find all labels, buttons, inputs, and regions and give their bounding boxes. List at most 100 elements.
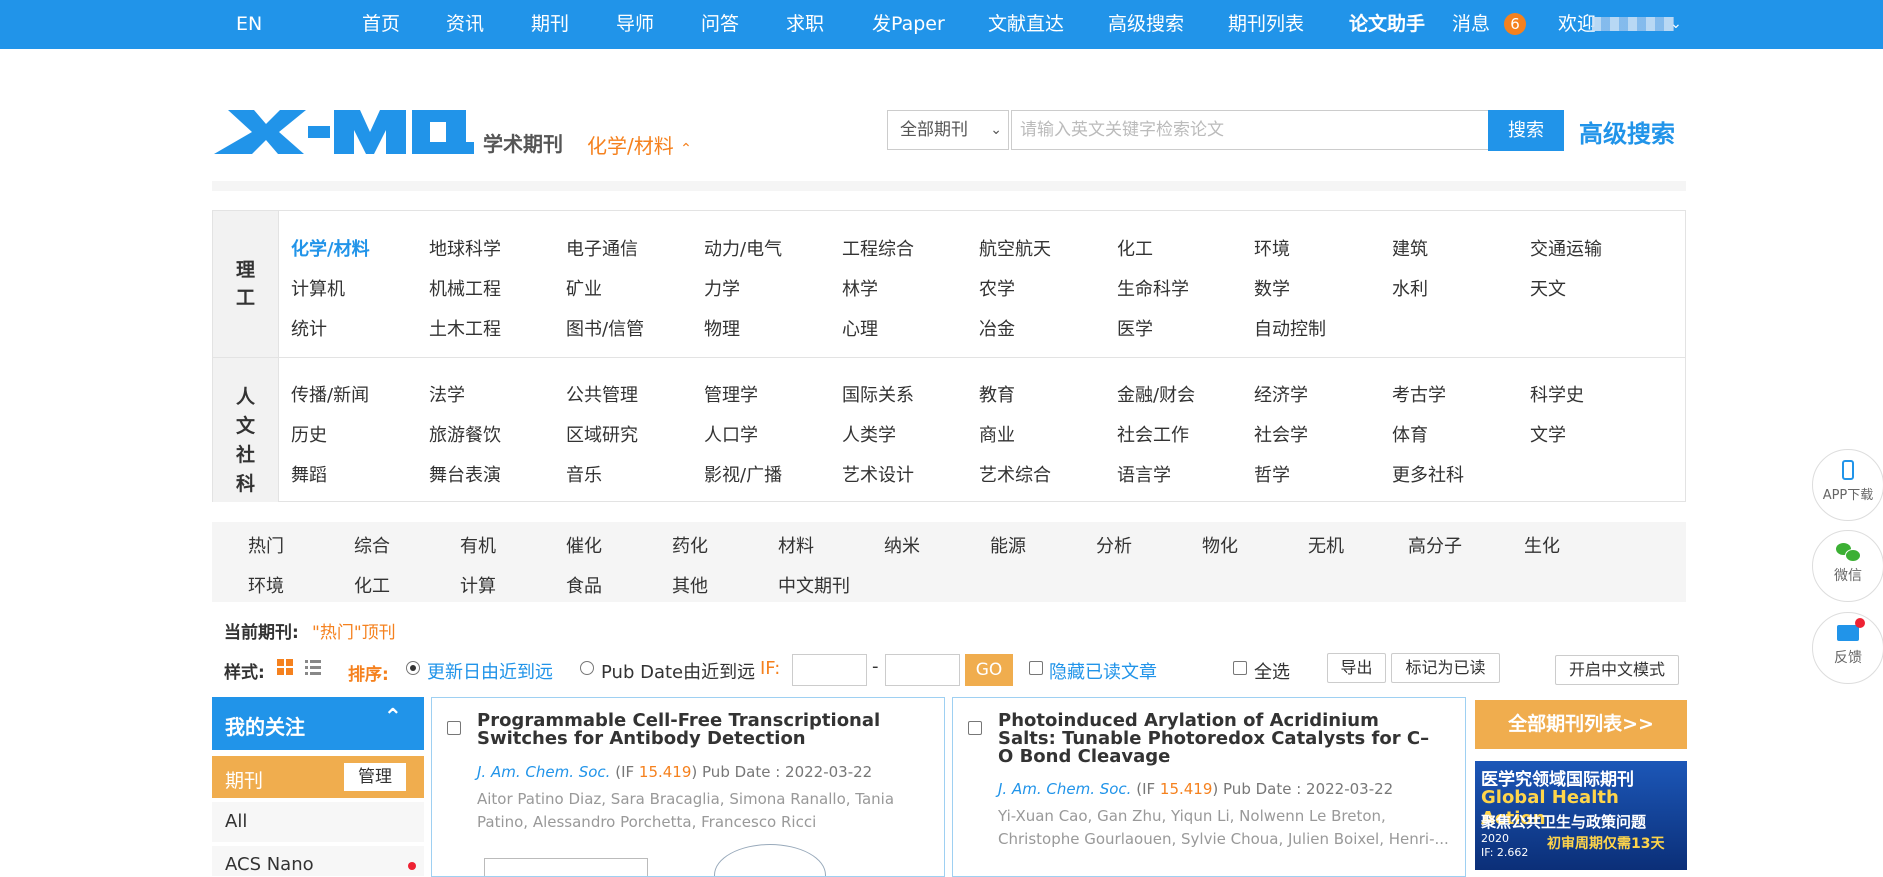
subject-item[interactable]: 法学	[429, 381, 465, 407]
article-title[interactable]: Photoinduced Arylation of Acridinium Sal…	[998, 712, 1438, 766]
nav-submit-paper[interactable]: 发Paper	[872, 0, 945, 49]
subject-item[interactable]: 艺术设计	[842, 461, 914, 487]
nav-journal-list[interactable]: 期刊列表	[1228, 0, 1304, 49]
category-tab[interactable]: 材料	[778, 532, 814, 558]
subject-item[interactable]: 语言学	[1117, 461, 1171, 487]
nav-mentors[interactable]: 导师	[616, 0, 654, 49]
category-tab[interactable]: 分析	[1096, 532, 1132, 558]
category-tab[interactable]: 综合	[354, 532, 390, 558]
category-tab[interactable]: 无机	[1308, 532, 1344, 558]
journal-scope-select[interactable]: 全部期刊 ⌄	[887, 110, 1009, 150]
sidebar-item-all[interactable]: All	[212, 802, 424, 842]
if-max-input[interactable]	[885, 654, 960, 686]
subject-item[interactable]: 舞蹈	[291, 461, 327, 487]
article-title[interactable]: Programmable Cell-Free Transcriptional S…	[477, 712, 937, 748]
search-input[interactable]: 请输入英文关键字检索论文	[1011, 110, 1489, 150]
category-tab[interactable]: 计算	[460, 572, 496, 598]
subject-item[interactable]: 物理	[704, 315, 740, 341]
nav-messages[interactable]: 消息	[1452, 0, 1490, 49]
subject-item[interactable]: 管理学	[704, 381, 758, 407]
nav-jobs[interactable]: 求职	[786, 0, 824, 49]
sidebar-item-acs-nano[interactable]: ACS Nano	[212, 846, 424, 876]
category-tab[interactable]: 能源	[990, 532, 1026, 558]
article-card[interactable]: Photoinduced Arylation of Acridinium Sal…	[952, 697, 1466, 877]
all-journals-button[interactable]: 全部期刊列表>>	[1475, 700, 1687, 749]
subject-item[interactable]: 工程综合	[842, 235, 914, 261]
category-tab[interactable]: 中文期刊	[778, 572, 850, 598]
subject-item[interactable]: 图书/信管	[566, 315, 644, 341]
subject-item[interactable]: 体育	[1392, 421, 1428, 447]
nav-welcome[interactable]: 欢迎	[1558, 0, 1596, 49]
collapse-up-icon[interactable]: ⌃	[384, 705, 402, 730]
chinese-mode-button[interactable]: 开启中文模式	[1555, 655, 1679, 685]
subject-item[interactable]: 航空航天	[979, 235, 1051, 261]
category-tab[interactable]: 催化	[566, 532, 602, 558]
sort-pubdate-label[interactable]: Pub Date由近到远	[601, 658, 755, 684]
subject-item[interactable]: 化学/材料	[291, 235, 370, 261]
subject-item[interactable]: 旅游餐饮	[429, 421, 501, 447]
subject-item[interactable]: 环境	[1254, 235, 1290, 261]
category-tab[interactable]: 化工	[354, 572, 390, 598]
nav-paper-assistant[interactable]: 论文助手	[1349, 0, 1425, 49]
subject-item[interactable]: 力学	[704, 275, 740, 301]
feedback-button[interactable]: 反馈	[1812, 612, 1883, 684]
wechat-button[interactable]: 微信	[1812, 530, 1883, 602]
sort-update-label[interactable]: 更新日由近到远	[427, 658, 553, 684]
article-card[interactable]: Programmable Cell-Free Transcriptional S…	[431, 697, 945, 877]
subject-item[interactable]: 音乐	[566, 461, 602, 487]
article-checkbox[interactable]	[968, 721, 982, 735]
select-all-label[interactable]: 全选	[1254, 658, 1290, 684]
nav-journals[interactable]: 期刊	[531, 0, 569, 49]
subject-item[interactable]: 心理	[842, 315, 878, 341]
sort-update-radio[interactable]	[406, 661, 420, 675]
subject-item[interactable]: 考古学	[1392, 381, 1446, 407]
subject-item[interactable]: 农学	[979, 275, 1015, 301]
subject-item[interactable]: 林学	[842, 275, 878, 301]
category-tab[interactable]: 热门	[248, 532, 284, 558]
category-tab[interactable]: 环境	[248, 572, 284, 598]
category-tab[interactable]: 生化	[1524, 532, 1560, 558]
subject-item[interactable]: 社会工作	[1117, 421, 1189, 447]
subject-item[interactable]: 公共管理	[566, 381, 638, 407]
subject-item[interactable]: 数学	[1254, 275, 1290, 301]
language-switch[interactable]: EN	[236, 0, 262, 49]
subject-item[interactable]: 计算机	[291, 275, 345, 301]
subject-item[interactable]: 科学史	[1530, 381, 1584, 407]
subject-item[interactable]: 建筑	[1392, 235, 1428, 261]
subject-item[interactable]: 商业	[979, 421, 1015, 447]
subject-item[interactable]: 哲学	[1254, 461, 1290, 487]
article-journal[interactable]: J. Am. Chem. Soc.	[998, 780, 1131, 798]
subject-item[interactable]: 生命科学	[1117, 275, 1189, 301]
subject-item[interactable]: 交通运输	[1530, 235, 1602, 261]
subject-item[interactable]: 教育	[979, 381, 1015, 407]
subject-item[interactable]: 化工	[1117, 235, 1153, 261]
subject-item[interactable]: 历史	[291, 421, 327, 447]
subject-item[interactable]: 经济学	[1254, 381, 1308, 407]
subject-item[interactable]: 土木工程	[429, 315, 501, 341]
subject-item[interactable]: 国际关系	[842, 381, 914, 407]
subject-item[interactable]: 更多社科	[1392, 461, 1464, 487]
category-tab[interactable]: 其他	[672, 572, 708, 598]
subject-item[interactable]: 文学	[1530, 421, 1566, 447]
article-checkbox[interactable]	[447, 721, 461, 735]
subject-item[interactable]: 影视/广播	[704, 461, 782, 487]
subject-item[interactable]: 地球科学	[429, 235, 501, 261]
chevron-down-icon[interactable]: ⌄	[1670, 0, 1682, 49]
subject-item[interactable]: 机械工程	[429, 275, 501, 301]
subject-item[interactable]: 人口学	[704, 421, 758, 447]
category-tab[interactable]: 有机	[460, 532, 496, 558]
subject-item[interactable]: 人类学	[842, 421, 896, 447]
my-follow-header[interactable]: 我的关注 ⌃	[212, 697, 424, 750]
subject-item[interactable]: 冶金	[979, 315, 1015, 341]
if-go-button[interactable]: GO	[965, 654, 1013, 686]
app-download-button[interactable]: APP下载	[1812, 449, 1883, 521]
subject-item[interactable]: 矿业	[566, 275, 602, 301]
subject-item[interactable]: 动力/电气	[704, 235, 782, 261]
article-journal[interactable]: J. Am. Chem. Soc.	[477, 763, 610, 781]
select-all-checkbox[interactable]	[1233, 661, 1247, 675]
xmol-logo[interactable]	[214, 108, 474, 156]
nav-literature[interactable]: 文献直达	[988, 0, 1064, 49]
subject-item[interactable]: 社会学	[1254, 421, 1308, 447]
nav-qa[interactable]: 问答	[701, 0, 739, 49]
subject-item[interactable]: 电子通信	[566, 235, 638, 261]
